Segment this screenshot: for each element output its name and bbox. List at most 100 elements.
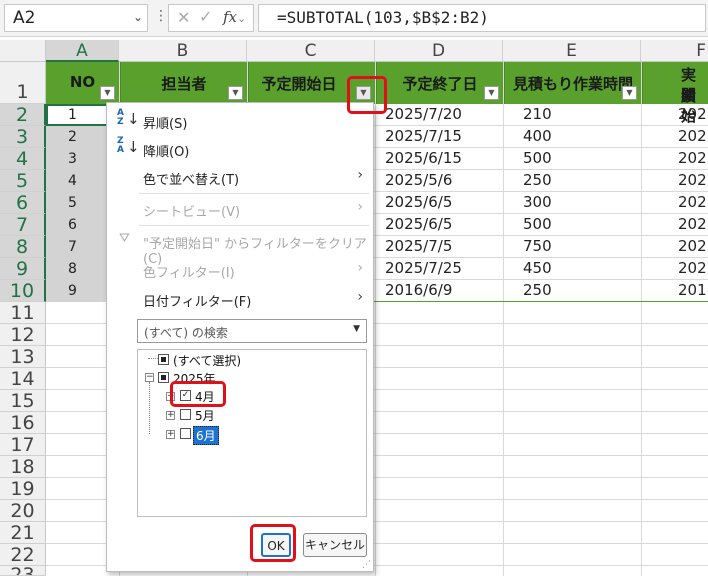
filter-dropdown-icon[interactable]: ▼ — [484, 86, 499, 100]
row-header-8[interactable]: 8 — [0, 236, 46, 258]
cell-e3[interactable]: 400 — [523, 127, 552, 145]
menu-date-filter[interactable]: 日付フィルター(F) › — [107, 287, 373, 311]
row-header-23[interactable]: 23 — [0, 566, 46, 576]
row-header-2[interactable]: 2 — [0, 104, 46, 126]
filter-dropdown-icon[interactable]: ▼ — [228, 86, 243, 100]
column-header-f[interactable]: F — [641, 40, 708, 62]
cancel-icon[interactable]: ✕ — [177, 8, 190, 27]
cell-e5[interactable]: 250 — [523, 171, 552, 189]
menu-clear-filter[interactable]: ⛛ "予定開始日" からフィルターをクリア(C) — [107, 229, 373, 267]
cell-a6[interactable]: 5 — [68, 195, 77, 211]
cell-a4[interactable]: 3 — [68, 151, 77, 167]
select-all-corner[interactable] — [0, 40, 46, 62]
cell-d6[interactable]: 2025/6/5 — [385, 193, 452, 211]
cell-f8[interactable]: 202 — [678, 237, 707, 255]
chevron-down-icon[interactable]: ▼ — [353, 324, 360, 334]
row-header-11[interactable]: 11 — [0, 302, 46, 324]
cell-d5[interactable]: 2025/5/6 — [385, 171, 452, 189]
column-header-e[interactable]: E — [503, 40, 641, 62]
cell-f10[interactable]: 201 — [678, 281, 707, 299]
row-header-12[interactable]: 12 — [0, 324, 46, 346]
cell-f9[interactable]: 202 — [678, 259, 707, 277]
column-header-d[interactable]: D — [375, 40, 503, 62]
menu-label: 色フィルター(I) — [143, 266, 235, 281]
insert-function-icon[interactable]: fx⌄ — [223, 8, 246, 26]
filter-dropdown-icon[interactable]: ▼ — [100, 86, 115, 100]
menu-sort-by-color[interactable]: 色で並べ替え(T) › — [107, 165, 373, 189]
chevron-right-icon: › — [357, 289, 363, 305]
row-header-6[interactable]: 6 — [0, 192, 46, 214]
menu-sheet-view[interactable]: シートビュー(V) › — [107, 197, 373, 221]
formula-input[interactable]: =SUBTOTAL(103,$B$2:B2) — [258, 4, 706, 32]
cancel-button[interactable]: キャンセル — [303, 533, 367, 557]
down-arrow-icon: ↓ — [127, 138, 140, 156]
cell-e4[interactable]: 500 — [523, 149, 552, 167]
cell-a5[interactable]: 4 — [68, 173, 77, 189]
check-icon[interactable]: ✓ — [199, 7, 212, 26]
cell-a10[interactable]: 9 — [68, 283, 77, 299]
cell-d9[interactable]: 2025/7/25 — [385, 259, 462, 277]
resize-grip-icon[interactable]: ⋰ — [362, 560, 371, 570]
row-header-7[interactable]: 7 — [0, 214, 46, 236]
row-header-3[interactable]: 3 — [0, 126, 46, 148]
name-box[interactable]: A2 ⌄ — [4, 4, 148, 32]
cell-a2[interactable]: 1 — [68, 107, 77, 123]
row-header-1[interactable]: 1 — [0, 62, 46, 104]
cell-a8[interactable]: 7 — [68, 239, 77, 255]
cell-a7[interactable]: 6 — [68, 217, 77, 233]
cell-d10[interactable]: 2016/6/9 — [385, 281, 452, 299]
chevron-down-icon[interactable]: ⌄ — [133, 10, 143, 24]
column-header-a[interactable]: A — [46, 40, 119, 62]
cell-d8[interactable]: 2025/7/5 — [385, 237, 452, 255]
row-header-4[interactable]: 4 — [0, 148, 46, 170]
filter-search-input[interactable]: (すべて) の検索 ▼ — [137, 319, 367, 343]
tree-connector — [149, 382, 150, 434]
row-header-20[interactable]: 20 — [0, 500, 46, 522]
menu-color-filter[interactable]: 色フィルター(I) › — [107, 258, 373, 282]
cell-e9[interactable]: 450 — [523, 259, 552, 277]
cell-f3[interactable]: 202 — [678, 127, 707, 145]
row-header-17[interactable]: 17 — [0, 434, 46, 456]
row-header-13[interactable]: 13 — [0, 346, 46, 368]
cell-d7[interactable]: 2025/6/5 — [385, 215, 452, 233]
select-all-checkbox[interactable] — [158, 354, 169, 365]
cell-f5[interactable]: 202 — [678, 171, 707, 189]
row-header-10[interactable]: 10 — [0, 280, 46, 302]
cell-e6[interactable]: 300 — [523, 193, 552, 211]
menu-sort-ascending[interactable]: AZ ↓ 昇順(S) — [107, 109, 373, 133]
column-header-c[interactable]: C — [247, 40, 375, 62]
cell-a3[interactable]: 2 — [68, 129, 77, 145]
row-header-15[interactable]: 15 — [0, 390, 46, 412]
cell-a9[interactable]: 8 — [68, 261, 77, 277]
month-checkbox-june[interactable] — [180, 428, 191, 439]
row-header-22[interactable]: 22 — [0, 544, 46, 566]
expand-icon[interactable]: + — [166, 430, 175, 439]
year-checkbox[interactable] — [158, 372, 169, 383]
row-header-5[interactable]: 5 — [0, 170, 46, 192]
expand-icon[interactable]: + — [166, 411, 175, 420]
more-options-icon[interactable]: ⋮ — [154, 8, 168, 24]
row-header-16[interactable]: 16 — [0, 412, 46, 434]
cell-d3[interactable]: 2025/7/15 — [385, 127, 462, 145]
collapse-icon[interactable]: − — [145, 373, 154, 382]
row-header-21[interactable]: 21 — [0, 522, 46, 544]
cell-d4[interactable]: 2025/6/15 — [385, 149, 462, 167]
cell-f2[interactable]: 202 — [678, 105, 707, 123]
cell-e7[interactable]: 500 — [523, 215, 552, 233]
row-header-19[interactable]: 19 — [0, 478, 46, 500]
row-header-18[interactable]: 18 — [0, 456, 46, 478]
row-header-9[interactable]: 9 — [0, 258, 46, 280]
formula-text: =SUBTOTAL(103,$B$2:B2) — [277, 8, 489, 27]
row-header-14[interactable]: 14 — [0, 368, 46, 390]
filter-dropdown-icon[interactable]: ▼ — [622, 86, 637, 100]
column-header-b[interactable]: B — [119, 40, 247, 62]
menu-sort-descending[interactable]: ZA ↓ 降順(O) — [107, 137, 373, 161]
cell-f4[interactable]: 202 — [678, 149, 707, 167]
month-checkbox-may[interactable] — [180, 409, 191, 420]
cell-e10[interactable]: 250 — [523, 281, 552, 299]
cell-f7[interactable]: 202 — [678, 215, 707, 233]
cell-f6[interactable]: 202 — [678, 193, 707, 211]
cell-e2[interactable]: 210 — [523, 105, 552, 123]
cell-e8[interactable]: 750 — [523, 237, 552, 255]
cell-d2[interactable]: 2025/7/20 — [385, 105, 462, 123]
